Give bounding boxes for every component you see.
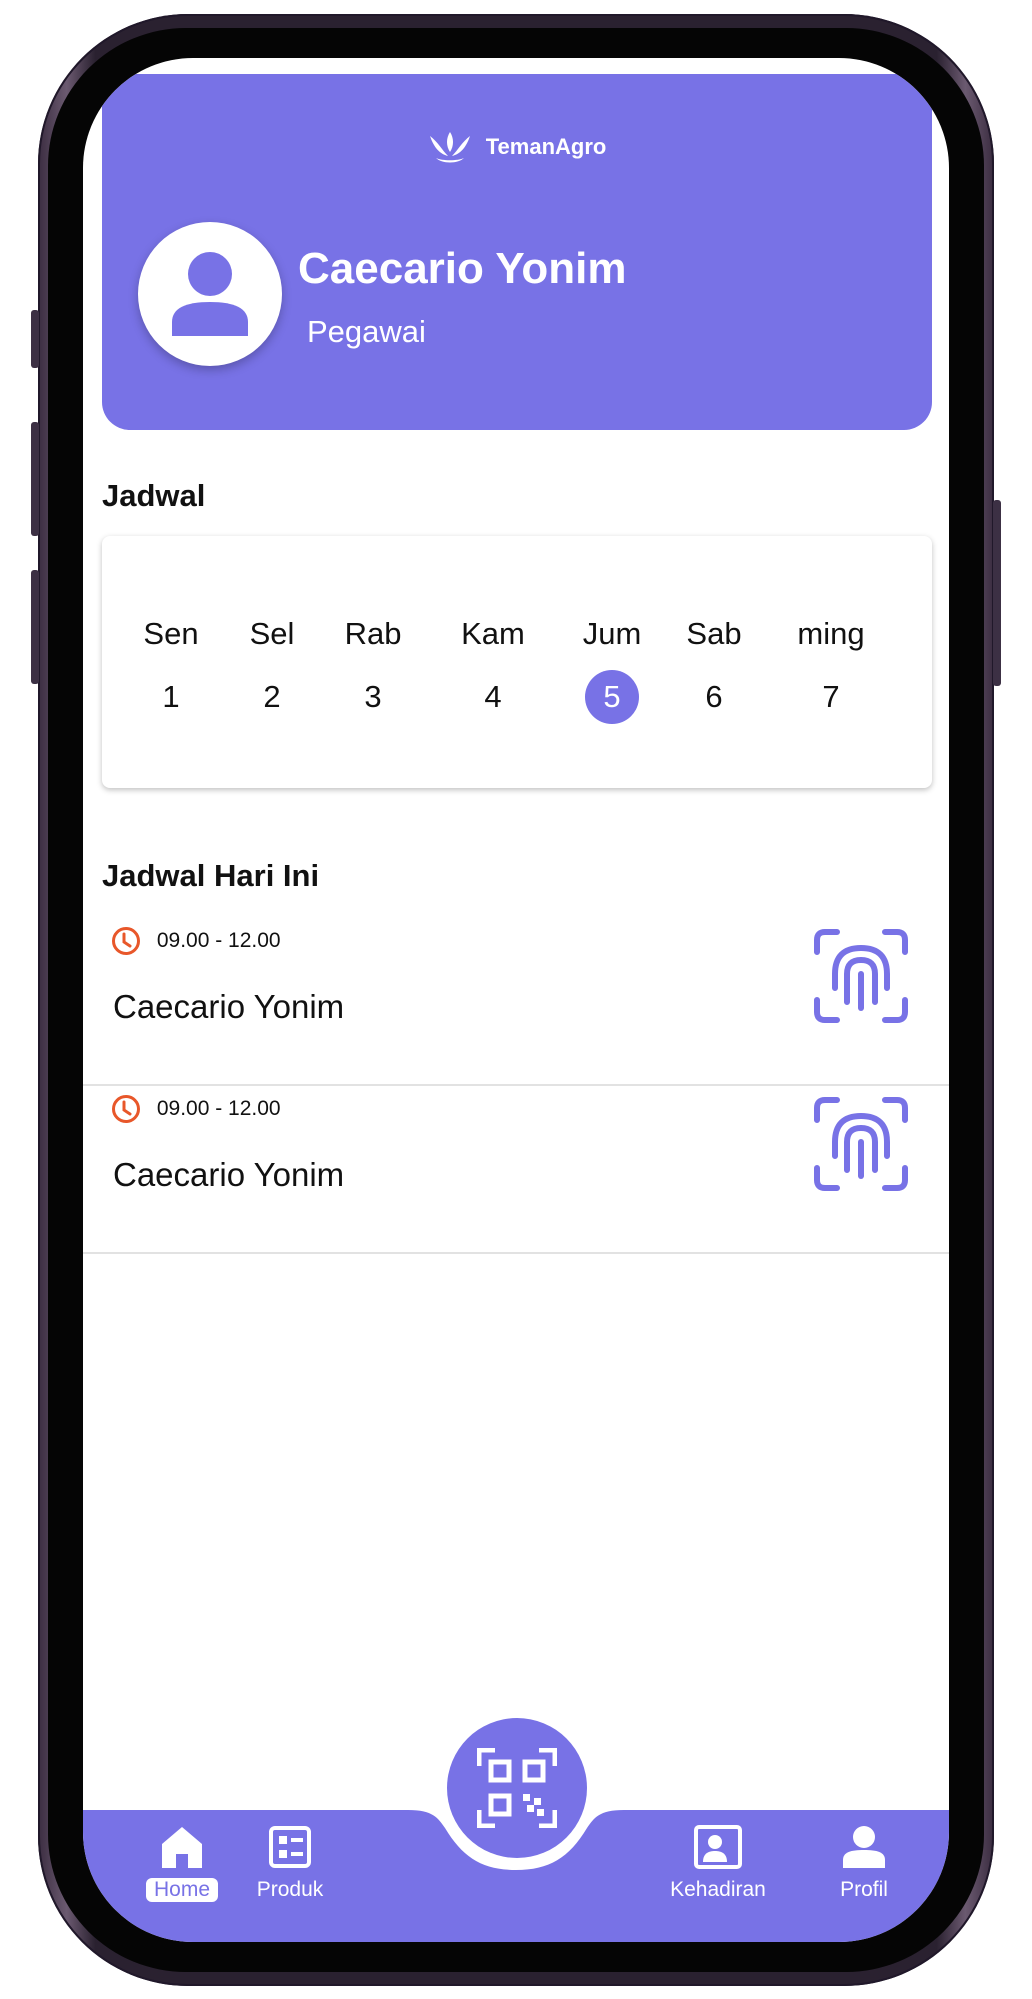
fingerprint-icon[interactable] [813, 928, 909, 1024]
day-number: 3 [364, 679, 382, 714]
avatar[interactable] [138, 222, 282, 366]
day-name: Sab [686, 616, 742, 651]
clock-icon [112, 1095, 140, 1123]
day-number: 6 [705, 679, 723, 714]
day-wed[interactable]: Rab 3 [318, 616, 428, 724]
nav-produk[interactable]: Produk [215, 1808, 365, 1902]
entry-time: 09.00 - 12.00 [111, 1094, 281, 1124]
today-title: Jadwal Hari Ini [102, 858, 320, 893]
profile-header: TemanAgro Caecario Yonim Pegawai [102, 74, 932, 430]
day-mon[interactable]: Sen 1 [116, 616, 226, 724]
day-fri[interactable]: Jum 5 [557, 616, 667, 724]
entry-time: 09.00 - 12.00 [111, 926, 281, 956]
day-sun[interactable]: ming 7 [776, 616, 886, 724]
entry-time-text: 09.00 - 12.00 [156, 1097, 281, 1120]
attendance-icon [694, 1825, 742, 1869]
schedule-title: Jadwal [102, 478, 206, 513]
day-name: Rab [344, 616, 402, 651]
phone-volume-up-button [31, 422, 39, 536]
week-calendar: Sen 1 Sel 2 Rab 3 Kam 4 Jum 5 Sab 6 ming… [102, 536, 932, 788]
user-name: Caecario Yonim [298, 244, 627, 293]
nav-kehadiran[interactable]: Kehadiran [643, 1808, 793, 1902]
user-avatar-icon [172, 252, 248, 336]
day-sat[interactable]: Sab 6 [659, 616, 769, 724]
day-name: Sel [249, 616, 295, 651]
nav-kehadiran-label: Kehadiran [670, 1878, 766, 1901]
brand-name: TemanAgro [485, 134, 607, 159]
day-number: 7 [822, 679, 840, 714]
day-tue[interactable]: Sel 2 [217, 616, 327, 724]
nav-profil-label: Profil [840, 1878, 888, 1901]
app-screen: TemanAgro Caecario Yonim Pegawai Jadwal … [83, 58, 949, 1942]
phone-volume-down-button [31, 570, 39, 684]
entry-time-text: 09.00 - 12.00 [156, 929, 281, 952]
brand-logo-icon [429, 132, 470, 163]
day-thu[interactable]: Kam 4 [438, 616, 548, 724]
user-role: Pegawai [307, 314, 426, 349]
day-name: Sen [143, 616, 199, 651]
nav-profil[interactable]: Profil [789, 1808, 939, 1902]
product-icon [269, 1826, 311, 1868]
nav-home-label: Home [145, 1878, 219, 1902]
profile-icon [843, 1826, 885, 1868]
fingerprint-icon[interactable] [813, 1096, 909, 1192]
entry-name: Caecario Yonim [113, 1156, 345, 1193]
day-number: 2 [263, 679, 281, 714]
day-name: Jum [582, 616, 642, 651]
day-number-selected: 5 [585, 670, 639, 724]
day-number: 1 [162, 679, 180, 714]
home-icon [162, 1827, 202, 1868]
phone-silent-switch [31, 310, 39, 368]
schedule-entry[interactable]: 09.00 - 12.00 Caecario Yonim [83, 1084, 949, 1254]
day-number: 4 [484, 679, 502, 714]
qr-scan-button[interactable] [447, 1718, 587, 1858]
day-name: ming [797, 616, 865, 651]
entry-name: Caecario Yonim [113, 988, 345, 1025]
day-name: Kam [461, 616, 525, 651]
clock-icon [112, 927, 140, 955]
phone-power-button [993, 500, 1001, 686]
nav-produk-label: Produk [256, 1878, 324, 1901]
brand: TemanAgro [102, 130, 932, 164]
schedule-entry[interactable]: 09.00 - 12.00 Caecario Yonim [83, 916, 949, 1086]
qr-code-icon [477, 1748, 557, 1828]
